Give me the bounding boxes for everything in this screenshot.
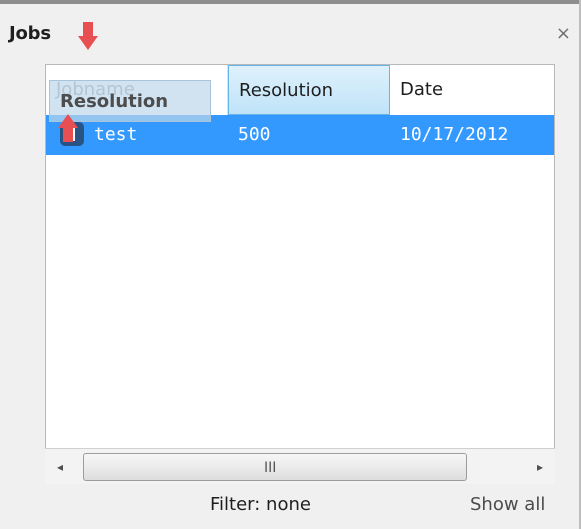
- scroll-right-icon[interactable]: ▸: [537, 449, 543, 485]
- column-header-date[interactable]: Date: [390, 65, 554, 115]
- drop-indicator-up-icon: [58, 114, 78, 142]
- horizontal-scrollbar[interactable]: ◂ III ▸: [45, 448, 555, 484]
- close-icon[interactable]: ×: [556, 23, 571, 44]
- panel-title: Jobs: [9, 23, 51, 44]
- filter-status: Filter: none: [210, 494, 311, 515]
- jobs-grid: Jobname Resolution Date test 500 10/17/2…: [45, 64, 555, 484]
- cell-date: 10/17/2012: [400, 124, 509, 145]
- scroll-left-icon[interactable]: ◂: [57, 449, 63, 485]
- show-all-link[interactable]: Show all: [470, 494, 545, 515]
- grip-icon: III: [264, 460, 277, 476]
- scrollbar-thumb[interactable]: III: [83, 453, 467, 481]
- top-border: [0, 0, 581, 4]
- drop-indicator-down-icon: [78, 22, 98, 50]
- cell-resolution: 500: [238, 124, 271, 145]
- column-header-resolution[interactable]: Resolution: [228, 65, 390, 115]
- jobs-panel: Jobs × Jobname Resolution Date test 500 …: [0, 0, 581, 529]
